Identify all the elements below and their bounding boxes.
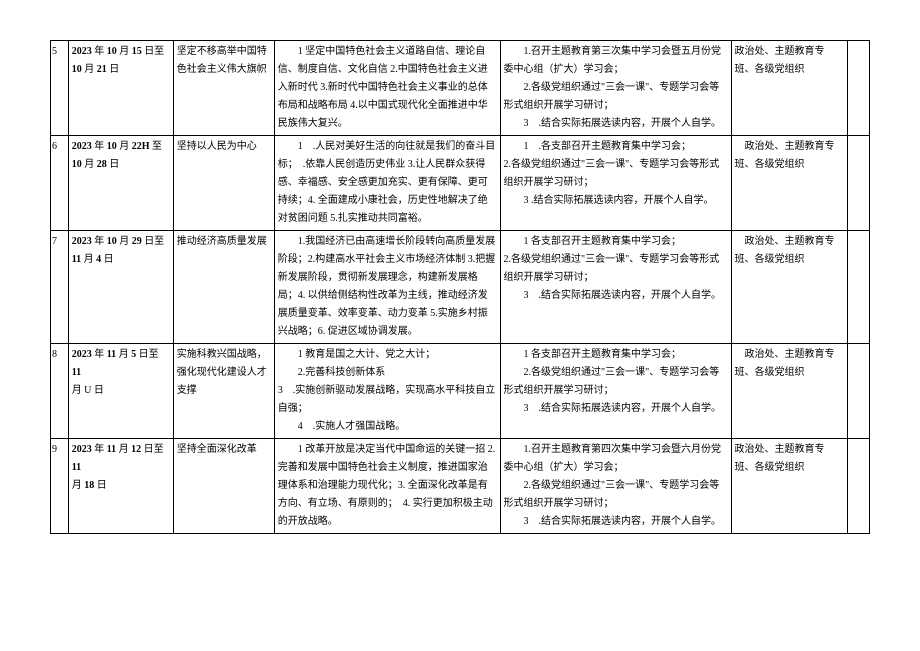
theme-cell: 坚定不移高举中国特色社会主义伟大旗帜: [173, 41, 274, 136]
date-cell: 2023 年 10 月 29 日至 11 月 4 日: [68, 231, 173, 344]
keypoints-cell: 1 改革开放是决定当代中国命运的关键一招 2.完善和发展中国特色社会主义制度，推…: [274, 439, 500, 534]
study-cell: 1.召开主题教育第三次集中学习会暨五月份党委中心组（扩大）学习会； 2.各级党组…: [500, 41, 731, 136]
responsible-cell: 政治处、主题教育专班、各级党组织: [731, 41, 848, 136]
document-page: 5 2023 年 10 月 15 日至 10 月 21 日 坚定不移高举中国特色…: [0, 0, 920, 651]
table-row: 6 2023 年 10 月 22H 至 10 月 28 日 坚持以人民为中心 1…: [51, 136, 870, 231]
table-row: 8 2023 年 11 月 5 日至 11 月 U 日 实施科教兴国战略，强化现…: [51, 344, 870, 439]
keypoints-cell: 1 坚定中国特色社会主义道路自信、理论自信、制度自信、文化自信 2.中国特色社会…: [274, 41, 500, 136]
study-cell: 1 各支部召开主题教育集中学习会； 2.各级党组织通过"三会一课"、专题学习会等…: [500, 344, 731, 439]
tail-cell: [848, 344, 870, 439]
theme-cell: 坚持以人民为中心: [173, 136, 274, 231]
study-cell: 1 .各支部召开主题教育集中学习会； 2.各级党组织通过"三会一课"、专题学习会…: [500, 136, 731, 231]
row-number: 8: [51, 344, 69, 439]
row-number: 6: [51, 136, 69, 231]
theme-cell: 坚持全面深化改革: [173, 439, 274, 534]
row-number: 9: [51, 439, 69, 534]
keypoints-cell: 1 教育是国之大计、党之大计； 2.完善科技创新体系 3 .实施创新驱动发展战略…: [274, 344, 500, 439]
table-row: 7 2023 年 10 月 29 日至 11 月 4 日 推动经济高质量发展 1…: [51, 231, 870, 344]
study-cell: 1.召开主题教育第四次集中学习会暨六月份党委中心组（扩大）学习会； 2.各级党组…: [500, 439, 731, 534]
date-cell: 2023 年 11 月 5 日至 11 月 U 日: [68, 344, 173, 439]
table-row: 9 2023 年 11 月 12 日至 11 月 18 日 坚持全面深化改革 1…: [51, 439, 870, 534]
date-cell: 2023 年 10 月 22H 至 10 月 28 日: [68, 136, 173, 231]
keypoints-cell: 1 .人民对美好生活的向往就是我们的奋斗目标； .依靠人民创造历史伟业 3.让人…: [274, 136, 500, 231]
row-number: 7: [51, 231, 69, 344]
keypoints-cell: 1.我国经济已由高速增长阶段转向高质量发展阶段；2.构建高水平社会主义市场经济体…: [274, 231, 500, 344]
responsible-cell: 政治处、主题教育专班、各级党组织: [731, 136, 848, 231]
responsible-cell: 政治处、主题教育专班、各级党组织: [731, 231, 848, 344]
theme-cell: 实施科教兴国战略，强化现代化建设人才支撑: [173, 344, 274, 439]
table-row: 5 2023 年 10 月 15 日至 10 月 21 日 坚定不移高举中国特色…: [51, 41, 870, 136]
date-cell: 2023 年 10 月 15 日至 10 月 21 日: [68, 41, 173, 136]
study-cell: 1 各支部召开主题教育集中学习会； 2.各级党组织通过"三会一课"、专题学习会等…: [500, 231, 731, 344]
schedule-table: 5 2023 年 10 月 15 日至 10 月 21 日 坚定不移高举中国特色…: [50, 40, 870, 534]
date-cell: 2023 年 11 月 12 日至 11 月 18 日: [68, 439, 173, 534]
responsible-cell: 政治处、主题教育专班、各级党组织: [731, 344, 848, 439]
tail-cell: [848, 439, 870, 534]
row-number: 5: [51, 41, 69, 136]
responsible-cell: 政治处、主题教育专班、各级党组织: [731, 439, 848, 534]
tail-cell: [848, 231, 870, 344]
tail-cell: [848, 41, 870, 136]
tail-cell: [848, 136, 870, 231]
theme-cell: 推动经济高质量发展: [173, 231, 274, 344]
